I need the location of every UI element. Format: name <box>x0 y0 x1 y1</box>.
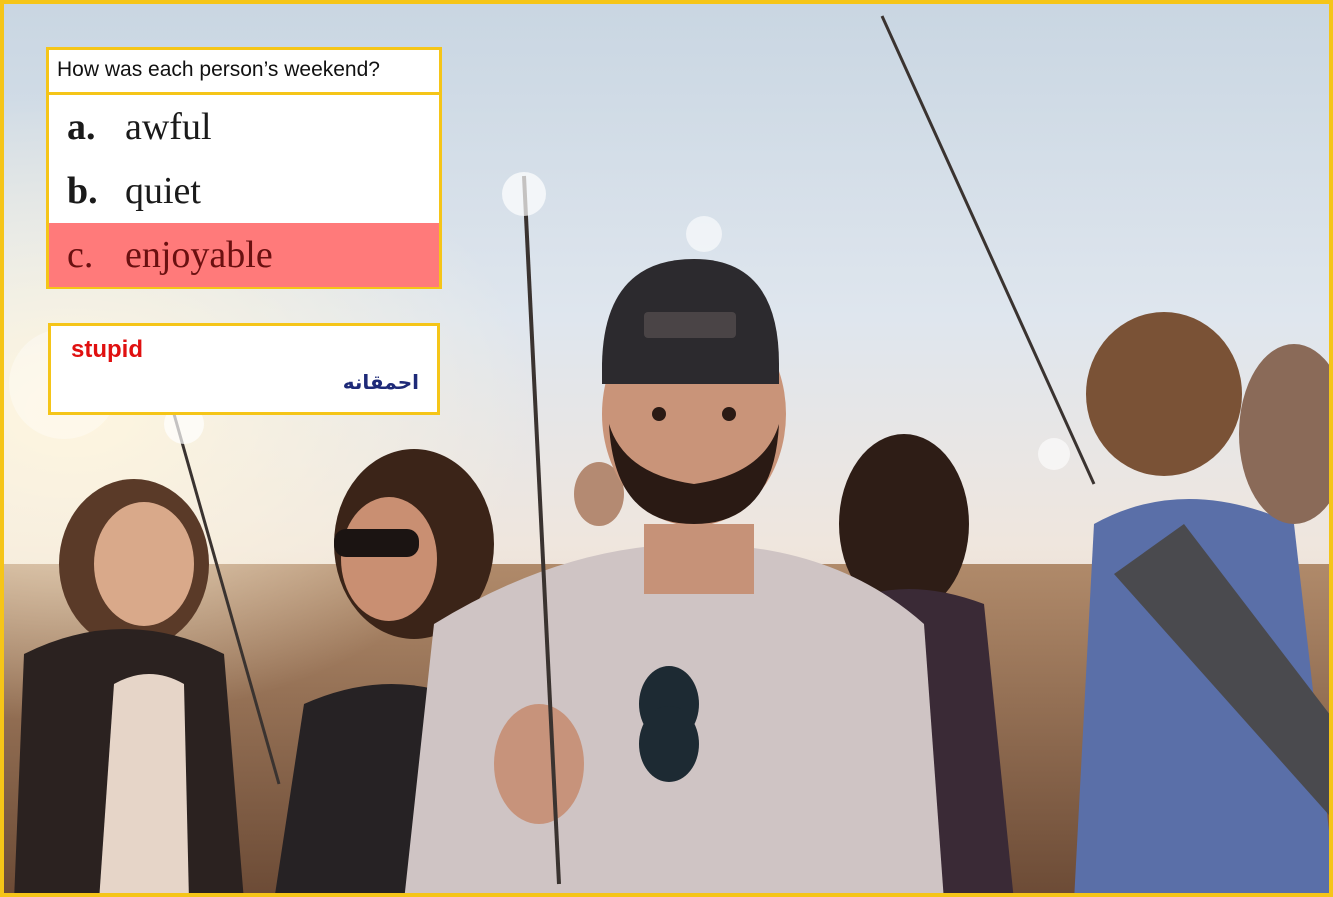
option-word: quiet <box>125 170 201 212</box>
option-b[interactable]: b. quiet <box>49 159 439 223</box>
option-letter: c. <box>67 234 94 276</box>
option-word: enjoyable <box>125 234 273 276</box>
option-word: awful <box>125 106 212 148</box>
option-c-selected[interactable]: c. enjoyable <box>49 223 439 287</box>
question-box: How was each person’s weekend? a. awful … <box>46 47 442 289</box>
vocab-box: stupid احمقانه <box>48 323 440 415</box>
question-title: How was each person’s weekend? <box>49 50 439 95</box>
slide: How was each person’s weekend? a. awful … <box>0 0 1333 897</box>
option-letter: a. <box>67 106 96 148</box>
option-a[interactable]: a. awful <box>49 95 439 159</box>
option-letter: b. <box>67 170 98 212</box>
vocab-persian: احمقانه <box>342 370 419 394</box>
vocab-english: stupid <box>71 336 143 363</box>
